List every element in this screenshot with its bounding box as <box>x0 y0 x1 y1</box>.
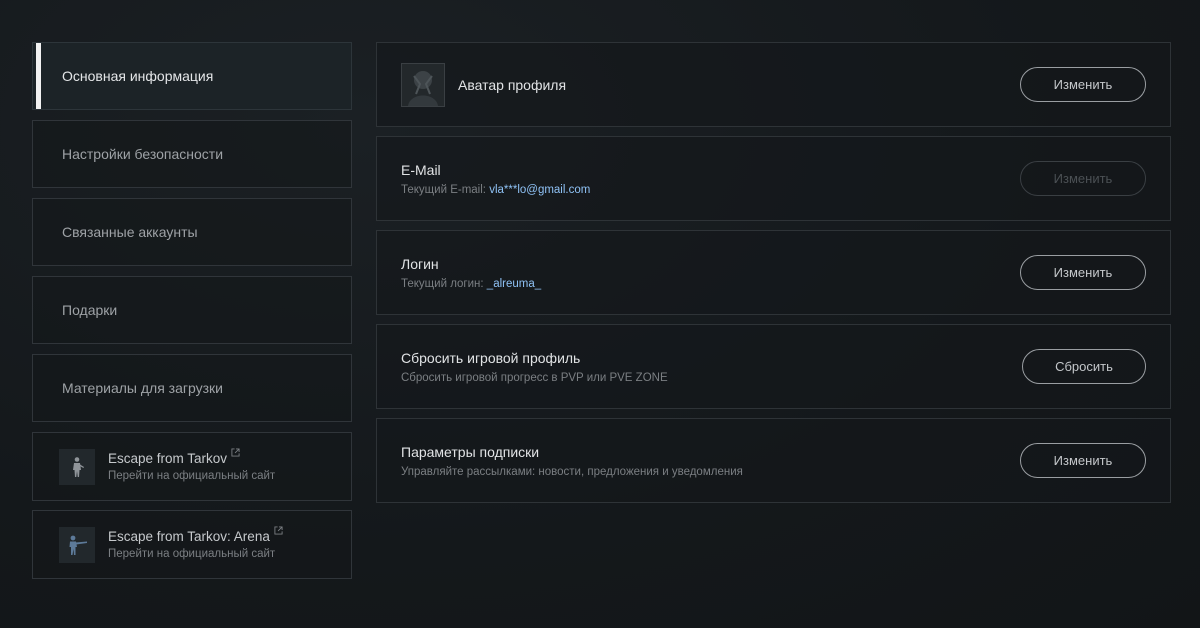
login-row: Логин Текущий логин: _alreuma_ Изменить <box>376 230 1171 315</box>
main-panel: Аватар профиля Изменить E-Mail Текущий E… <box>376 42 1171 512</box>
external-link-name: Escape from Tarkov: Arena <box>108 526 283 544</box>
external-link-icon <box>231 448 240 457</box>
external-link-tarkov[interactable]: Escape from Tarkov Перейти на официальны… <box>32 432 352 501</box>
email-sub: Текущий E-mail: vla***lo@gmail.com <box>401 184 1020 196</box>
subscription-row: Параметры подписки Управляйте рассылками… <box>376 418 1171 503</box>
external-link-icon <box>274 526 283 535</box>
sidebar-item-linked-accounts[interactable]: Связанные аккаунты <box>32 198 352 266</box>
change-avatar-button[interactable]: Изменить <box>1020 67 1146 102</box>
email-value: vla***lo@gmail.com <box>489 183 591 196</box>
external-link-name: Escape from Tarkov <box>108 448 275 466</box>
reset-profile-sub: Сбросить игровой прогресс в PVP или PVE … <box>401 371 668 384</box>
login-value: _alreuma_ <box>486 277 542 290</box>
tarkov-soldier-icon <box>59 448 95 485</box>
subscription-title: Параметры подписки <box>401 443 540 460</box>
sidebar-item-gifts[interactable]: Подарки <box>32 276 352 344</box>
external-link-sub: Перейти на официальный сайт <box>108 470 276 482</box>
reset-profile-title: Сбросить игровой профиль <box>401 349 581 366</box>
sidebar-item-label: Основная информация <box>62 68 214 84</box>
avatar <box>401 62 445 107</box>
sidebar-item-label: Настройки безопасности <box>62 146 224 162</box>
email-title: E-Mail <box>401 161 441 178</box>
external-link-arena[interactable]: Escape from Tarkov: Arena Перейти на офи… <box>32 510 352 579</box>
sidebar: Основная информация Настройки безопаснос… <box>32 42 352 588</box>
sidebar-item-label: Подарки <box>62 302 118 318</box>
avatar-row: Аватар профиля Изменить <box>376 42 1171 127</box>
external-link-name-text: Escape from Tarkov: Arena <box>108 529 270 544</box>
sidebar-item-label: Материалы для загрузки <box>62 380 223 396</box>
arena-soldier-icon <box>59 526 95 563</box>
reset-profile-button[interactable]: Сбросить <box>1022 349 1146 384</box>
login-sub-label: Текущий логин: <box>401 277 484 290</box>
subscription-sub: Управляйте рассылками: новости, предложе… <box>401 465 743 478</box>
reset-profile-row: Сбросить игровой профиль Сбросить игрово… <box>376 324 1171 409</box>
sidebar-item-label: Связанные аккаунты <box>62 224 198 240</box>
email-sub-label: Текущий E-mail: <box>401 183 486 196</box>
login-title: Логин <box>401 255 439 272</box>
sidebar-item-basic-info[interactable]: Основная информация <box>32 42 352 110</box>
external-link-name-text: Escape from Tarkov <box>108 451 228 466</box>
email-row: E-Mail Текущий E-mail: vla***lo@gmail.co… <box>376 136 1171 221</box>
external-link-sub: Перейти на официальный сайт <box>108 548 276 560</box>
login-sub: Текущий логин: _alreuma_ <box>401 278 1020 290</box>
change-login-button[interactable]: Изменить <box>1020 255 1146 290</box>
change-email-button[interactable]: Изменить <box>1020 161 1146 196</box>
sidebar-item-downloads[interactable]: Материалы для загрузки <box>32 354 352 422</box>
avatar-title: Аватар профиля <box>458 76 567 93</box>
sidebar-item-security-settings[interactable]: Настройки безопасности <box>32 120 352 188</box>
change-subscription-button[interactable]: Изменить <box>1020 443 1146 478</box>
